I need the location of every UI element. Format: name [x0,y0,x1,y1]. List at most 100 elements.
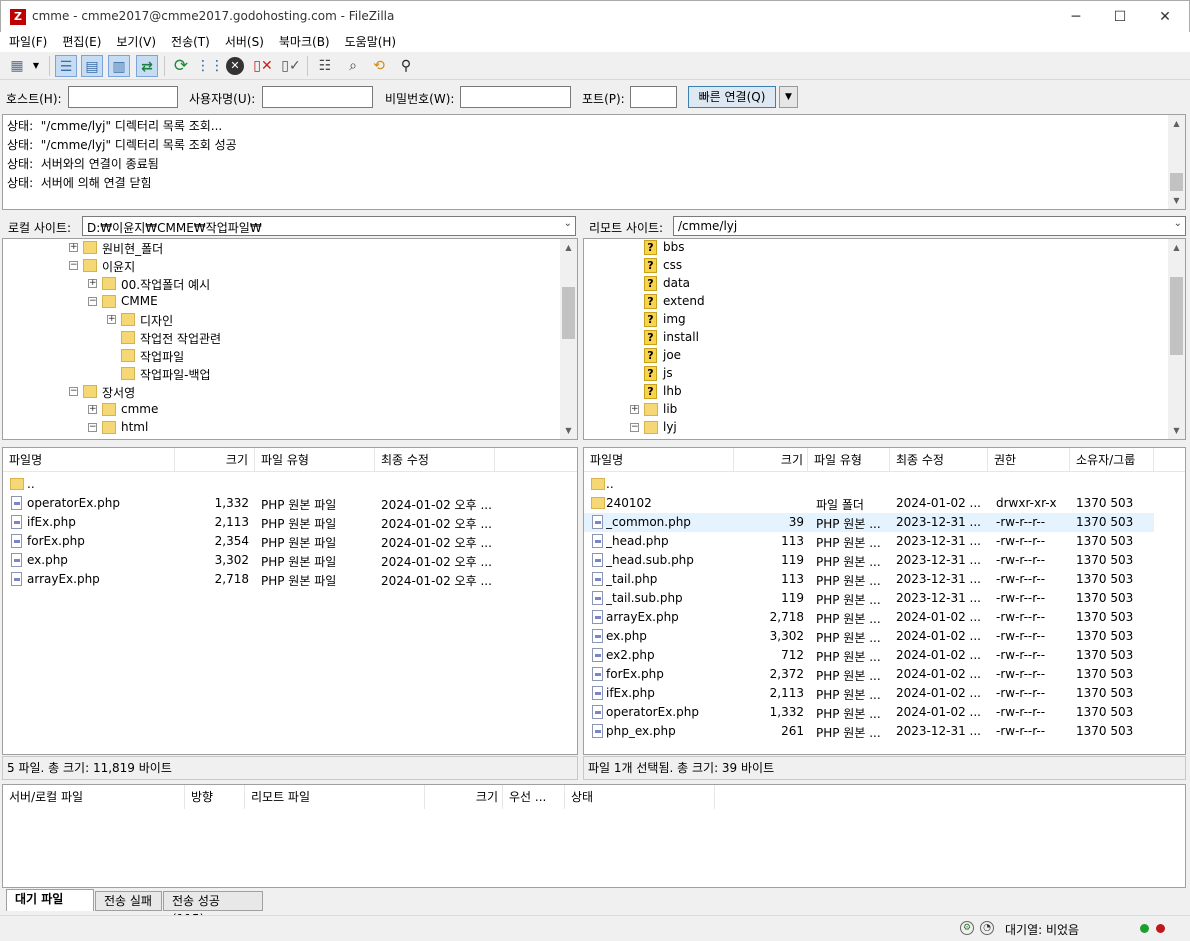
dropdown-arrow-icon[interactable]: ▼ [30,55,42,77]
file-row[interactable]: operatorEx.php 1,332 PHP 원본 ... 2024-01-02 … [584,703,1154,722]
scroll-down-icon[interactable]: ▼ [1168,422,1185,439]
column-server-local-file[interactable]: 서버/로컬 파일 [3,785,185,809]
log-scrollbar[interactable]: ▲ ▼ [1168,115,1185,209]
search-icon[interactable]: ⚲ [395,55,417,77]
file-row[interactable]: forEx.php 2,372 PHP 원본 ... 2024-01-02 ... -r… [584,665,1154,684]
expand-icon[interactable]: + [88,279,97,288]
column-filetype[interactable]: 파일 유형 [808,448,890,472]
column-filename[interactable]: 파일명 [3,448,175,472]
chevron-down-icon[interactable]: ⌄ [564,218,572,229]
host-input[interactable] [68,86,178,108]
file-row[interactable]: _tail.php 113 PHP 원본 ... 2023-12-31 ... -rw-… [584,570,1154,589]
local-file-list[interactable]: 파일명 크기 파일 유형 최종 수정 .. operatorEx.php 1,332… [2,447,578,755]
message-log[interactable]: 상태: "/cmme/lyj" 디렉터리 목록 조회... 상태: "/cmme… [2,114,1186,210]
file-row[interactable]: forEx.php 2,354 PHP 원본 파일 2024-01-02 오후 ... [3,532,577,551]
compare-icon[interactable]: ⌕ [342,55,364,77]
toggle-local-tree-icon[interactable]: ▤ [81,55,103,77]
toggle-remote-tree-icon[interactable]: ▥ [108,55,130,77]
column-modified[interactable]: 최종 수정 [890,448,988,472]
maximize-button[interactable]: ☐ [1097,1,1143,33]
remote-file-list[interactable]: 파일명 크기 파일 유형 최종 수정 권한 소유자/그룹 .. 240102 파일 … [583,447,1186,755]
scroll-up-icon[interactable]: ▲ [560,239,577,256]
close-button[interactable]: ✕ [1142,1,1188,33]
column-priority[interactable]: 우선 ... [503,785,565,809]
file-row[interactable]: 240102 파일 폴더 2024-01-02 ... drwxr-xr-x 1370 … [584,494,1154,513]
file-row[interactable]: _tail.sub.php 119 PHP 원본 ... 2023-12-31 ...… [584,589,1154,608]
toggle-log-icon[interactable]: ☰ [55,55,77,77]
transfer-queue[interactable]: 서버/로컬 파일 방향 리모트 파일 크기 우선 ... 상태 [2,784,1186,888]
menu-edit[interactable]: 편집(E) [53,32,107,52]
scroll-down-icon[interactable]: ▼ [1168,192,1185,209]
file-row[interactable]: ifEx.php 2,113 PHP 원본 ... 2024-01-02 ... -rw… [584,684,1154,703]
file-row[interactable]: ex.php 3,302 PHP 원본 ... 2024-01-02 ... -rw-r… [584,627,1154,646]
expand-icon[interactable]: + [630,405,639,414]
column-owner-group[interactable]: 소유자/그룹 [1070,448,1154,472]
column-remote-file[interactable]: 리모트 파일 [245,785,425,809]
local-path-combo[interactable]: D:₩이윤지₩CMME₩작업파일₩ ⌄ [82,216,576,236]
expand-icon[interactable]: + [69,243,78,252]
column-status[interactable]: 상태 [565,785,715,809]
scroll-thumb[interactable] [562,287,575,339]
file-row[interactable]: _head.sub.php 119 PHP 원본 ... 2023-12-31 ...… [584,551,1154,570]
filter-icon[interactable]: ☷ [314,55,336,77]
collapse-icon[interactable]: − [69,261,78,270]
file-row[interactable]: _common.php 39 PHP 원본 ... 2023-12-31 ... -rw… [584,513,1154,532]
scroll-thumb[interactable] [1170,277,1183,355]
column-size[interactable]: 크기 [175,448,255,472]
tab-queued-files[interactable]: 대기 파일 [6,889,94,911]
collapse-icon[interactable]: − [69,387,78,396]
file-row[interactable]: arrayEx.php 2,718 PHP 원본 ... 2024-01-02 ...… [584,608,1154,627]
collapse-icon[interactable]: − [88,297,97,306]
scroll-thumb[interactable] [1170,173,1183,191]
file-row[interactable]: .. [3,475,577,494]
expand-icon[interactable]: + [107,315,116,324]
file-row[interactable]: ex2.php 712 PHP 원본 ... 2024-01-02 ... -rw-r-… [584,646,1154,665]
file-row[interactable]: operatorEx.php 1,332 PHP 원본 파일 2024-01-02 오… [3,494,577,513]
column-modified[interactable]: 최종 수정 [375,448,495,472]
column-filename[interactable]: 파일명 [584,448,734,472]
column-size[interactable]: 크기 [425,785,503,809]
tab-successful-transfers[interactable]: 전송 성공 (115) [163,891,263,926]
file-row[interactable]: _head.php 113 PHP 원본 ... 2023-12-31 ... -rw-… [584,532,1154,551]
menu-file[interactable]: 파일(F) [0,32,53,52]
menu-server[interactable]: 서버(S) [216,32,270,52]
quickconnect-button[interactable]: 빠른 연결(Q) [688,86,776,108]
sync-browse-icon[interactable]: ⟲ [368,55,390,77]
collapse-icon[interactable]: − [630,423,639,432]
password-input[interactable] [460,86,571,108]
expand-icon[interactable]: + [88,405,97,414]
file-row[interactable]: .. [584,475,1154,494]
local-tree-scrollbar[interactable]: ▲ ▼ [560,239,577,439]
minimize-button[interactable]: ─ [1053,1,1099,33]
local-directory-tree[interactable]: + 원비현_폴더 − 이윤지 +00.작업폴더 예시 − CMME + 디자인 작업전 … [2,238,578,440]
column-permissions[interactable]: 권한 [988,448,1070,472]
remote-path-combo[interactable]: /cmme/lyj ⌄ [673,216,1186,236]
disconnect-icon[interactable]: ▯✕ [252,55,274,77]
scroll-up-icon[interactable]: ▲ [1168,115,1185,132]
tab-failed-transfers[interactable]: 전송 실패 [95,891,162,911]
scroll-up-icon[interactable]: ▲ [1168,239,1185,256]
username-input[interactable] [262,86,373,108]
column-size[interactable]: 크기 [734,448,808,472]
file-row[interactable]: ifEx.php 2,113 PHP 원본 파일 2024-01-02 오후 ... [3,513,577,532]
quickconnect-history-dropdown[interactable]: ▼ [779,86,798,108]
file-row[interactable]: arrayEx.php 2,718 PHP 원본 파일 2024-01-02 오후 .… [3,570,577,589]
file-row[interactable]: ex.php 3,302 PHP 원본 파일 2024-01-02 오후 ... [3,551,577,570]
menu-view[interactable]: 보기(V) [107,32,162,52]
site-manager-icon[interactable]: ▦ [6,55,28,77]
file-row[interactable]: php_ex.php 261 PHP 원본 ... 2023-12-31 ... -rw… [584,722,1154,741]
speed-limit-icon[interactable]: ◔ [980,921,994,935]
menu-bookmarks[interactable]: 북마크(B) [270,32,336,52]
remote-tree-scrollbar[interactable]: ▲ ▼ [1168,239,1185,439]
cancel-icon[interactable]: ✕ [226,57,244,75]
chevron-down-icon[interactable]: ⌄ [1174,218,1182,229]
process-queue-icon[interactable]: ⋮⋮ [196,55,224,77]
remote-directory-tree[interactable]: ? bbs ? css ? data ? extend ? img ? install ? j… [583,238,1186,440]
toggle-queue-icon[interactable]: ⇄ [136,55,158,77]
refresh-icon[interactable]: ⟳ [170,55,192,77]
port-input[interactable] [630,86,677,108]
column-direction[interactable]: 방향 [185,785,245,809]
reconnect-icon[interactable]: ▯✓ [280,55,302,77]
collapse-icon[interactable]: − [88,423,97,432]
column-filetype[interactable]: 파일 유형 [255,448,375,472]
